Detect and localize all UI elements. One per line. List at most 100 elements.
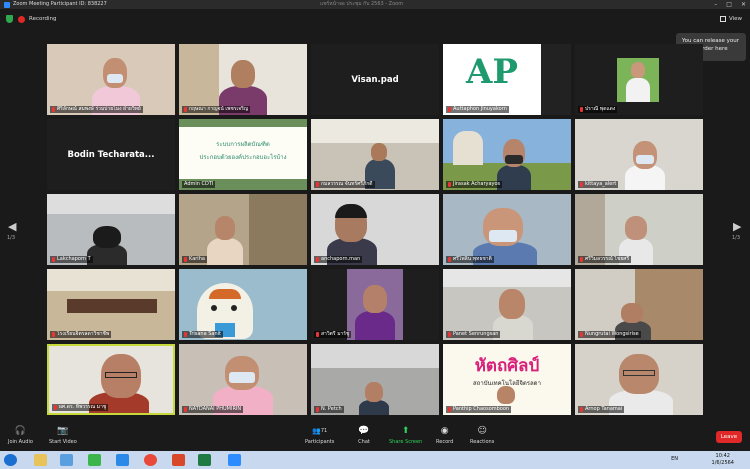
smiley-icon: ☺ xyxy=(477,425,487,436)
participant-name: Kariha xyxy=(182,256,207,263)
close-icon[interactable]: ✕ xyxy=(741,0,746,9)
file-explorer-icon[interactable] xyxy=(34,454,47,466)
chrome-browser-icon[interactable] xyxy=(144,454,157,466)
participant-display-name: Visan.pad xyxy=(351,74,399,85)
next-page-button[interactable]: ▶ 1/3 xyxy=(732,220,742,241)
chat-icon: 💬 xyxy=(358,425,370,436)
video-tile[interactable]: Kariha xyxy=(179,194,307,265)
recording-indicator[interactable]: Recording xyxy=(18,14,57,24)
participant-name: กมลวรรณ จันทร์ศรีภักดี xyxy=(314,181,375,188)
video-tile[interactable]: กมลวรรณ จันทร์ศรีภักดี xyxy=(311,119,439,190)
logo-title: หัตถศิลป์ xyxy=(474,356,540,376)
chat-button[interactable]: 💬 Chat xyxy=(358,425,370,446)
reactions-button[interactable]: ☺ Reactions xyxy=(470,425,494,446)
video-tile[interactable]: Visan.pad xyxy=(311,44,439,115)
leave-button[interactable]: Leave xyxy=(716,431,742,443)
participant-name: Nungrutai Wongsirise xyxy=(578,331,641,338)
participant-name: ปราณี พุดแดง xyxy=(578,106,618,113)
participant-name: Arnop Tanamai xyxy=(578,406,625,413)
headphones-icon: 🎧 xyxy=(14,425,27,436)
video-tile[interactable]: Panet Senrungsan xyxy=(443,269,571,340)
video-tile[interactable]: ระบบการผลิตบัณฑิต ประกอบด้วยองค์ประกอบอะ… xyxy=(179,119,307,190)
profile-photo xyxy=(617,58,659,102)
participant-name: NATDANAI PHUMIRIN xyxy=(182,406,244,413)
view-button[interactable]: View xyxy=(719,14,742,24)
edge-browser-icon[interactable] xyxy=(116,454,129,466)
meeting-controls-bar: 🎧 Join Audio 📷 Start Video 👥 71 Participa… xyxy=(0,421,750,451)
video-tile[interactable]: NATDANAI PHUMIRIN xyxy=(179,344,307,415)
participant-name: ศิริลักษณ์ สมพงษ์ ร่วมบ่ายโมง ฝ่ายวิทย์ xyxy=(50,106,143,113)
page-indicator-left: 1/3 xyxy=(7,235,16,241)
participant-name: kittaya_alert xyxy=(578,181,619,188)
record-dot-icon xyxy=(18,15,25,23)
video-tile[interactable]: kittaya_alert xyxy=(575,119,703,190)
video-tile[interactable]: โรงเรียนจิตรลดาวิชาชีพ xyxy=(47,269,175,340)
video-tile[interactable]: N. Petch xyxy=(311,344,439,415)
chevron-right-icon: ▶ xyxy=(733,220,742,233)
participant-name: กฤษณา กาญจน์ เพชรเจริญ xyxy=(182,106,251,113)
active-speaker-tile[interactable]: ผศ.ดร. ทิพวรรณ มาชู xyxy=(47,344,175,415)
participant-name: สาวิตรี มาร์ชู xyxy=(314,331,352,338)
video-tile[interactable]: Trisana Sanit xyxy=(179,269,307,340)
start-video-button[interactable]: 📷 Start Video xyxy=(49,425,77,446)
video-off-icon: 📷 xyxy=(57,425,69,436)
minimize-icon[interactable]: – xyxy=(714,0,717,9)
grid-view-icon xyxy=(719,16,726,22)
windows-taskbar: EN 10:42 1/6/2564 xyxy=(0,451,750,469)
video-grid: ศิริลักษณ์ สมพงษ์ ร่วมบ่ายโมง ฝ่ายวิทย์ … xyxy=(47,44,703,416)
participant-name: N. Petch xyxy=(314,406,344,413)
meeting-topbar: Recording View xyxy=(0,9,750,29)
security-shield-icon[interactable] xyxy=(6,15,13,23)
share-screen-button[interactable]: ⬆ Share Screen xyxy=(389,425,422,446)
video-tile[interactable]: Bodin Techarata... xyxy=(47,119,175,190)
participant-name: Trisana Sanit xyxy=(182,331,224,338)
powerpoint-icon[interactable] xyxy=(172,454,185,466)
video-tile[interactable]: Arnop Tanamai xyxy=(575,344,703,415)
chevron-left-icon: ◀ xyxy=(8,220,17,233)
participant-name: Auttaphon Jinuyakorn xyxy=(446,106,509,113)
zoom-taskbar-icon[interactable] xyxy=(228,454,241,466)
prev-page-button[interactable]: ◀ 1/3 xyxy=(7,220,17,241)
video-tile[interactable]: Nungrutai Wongsirise xyxy=(575,269,703,340)
language-indicator[interactable]: EN xyxy=(671,456,678,462)
video-tile[interactable]: anchaporn.man xyxy=(311,194,439,265)
video-tile[interactable]: กฤษณา กาญจน์ เพชรเจริญ xyxy=(179,44,307,115)
share-screen-icon: ⬆ xyxy=(401,425,410,436)
zoom-logo-icon xyxy=(4,1,10,8)
ap-logo: AP xyxy=(466,52,518,92)
shared-slide: ระบบการผลิตบัณฑิต ประกอบด้วยองค์ประกอบอะ… xyxy=(179,127,307,179)
video-tile[interactable]: ศรีไพลิน พุทธชาติ xyxy=(443,194,571,265)
participant-name: โรงเรียนจิตรลดาวิชาชีพ xyxy=(50,331,112,338)
participant-name: Jirasak Acharyayos xyxy=(446,181,503,188)
window-title: Zoom Meeting Participant ID: 838227 xyxy=(4,0,107,9)
media-player-icon[interactable] xyxy=(60,454,73,466)
system-clock[interactable]: 10:42 1/6/2564 xyxy=(712,453,734,467)
participant-name: Panthip Chaosomboon xyxy=(446,406,512,413)
maximize-icon[interactable]: □ xyxy=(726,0,732,9)
window-titlebar: Zoom Meeting Participant ID: 838227 แชร์… xyxy=(0,0,750,9)
excel-icon[interactable] xyxy=(198,454,211,466)
start-button-icon[interactable] xyxy=(4,454,17,466)
window-center-text: แชร์หน้าจอ ประชุม กับ 2563 - Zoom xyxy=(320,1,404,7)
join-audio-button[interactable]: 🎧 Join Audio xyxy=(8,425,33,446)
video-tile[interactable]: ศรีวิมลวรรณ์ ไชยศรี xyxy=(575,194,703,265)
participants-button[interactable]: 👥 71 Participants xyxy=(305,425,334,446)
record-icon: ◉ xyxy=(440,425,449,436)
video-tile[interactable]: ปราณี พุดแดง xyxy=(575,44,703,115)
record-button[interactable]: ◉ Record xyxy=(436,425,453,446)
line-app-icon[interactable] xyxy=(88,454,101,466)
video-tile[interactable]: ศิริลักษณ์ สมพงษ์ ร่วมบ่ายโมง ฝ่ายวิทย์ xyxy=(47,44,175,115)
participant-name: Panet Senrungsan xyxy=(446,331,501,338)
participant-name: anchaporn.man xyxy=(314,256,363,263)
video-tile[interactable]: Jirasak Acharyayos xyxy=(443,119,571,190)
participant-name: ศรีวิมลวรรณ์ ไชยศรี xyxy=(578,256,632,263)
video-tile[interactable]: Lakchaporn T xyxy=(47,194,175,265)
page-indicator-right: 1/3 xyxy=(732,235,741,241)
participants-icon: 👥 71 xyxy=(312,426,328,435)
video-tile[interactable]: หัตถศิลป์ สถาบันเทคโนโลยีจิตรลดา Panthip… xyxy=(443,344,571,415)
participant-display-name: Bodin Techarata... xyxy=(67,149,155,160)
video-tile[interactable]: สาวิตรี มาร์ชู xyxy=(311,269,439,340)
participant-name: Lakchaporn T xyxy=(50,256,93,263)
video-tile[interactable]: AP Auttaphon Jinuyakorn xyxy=(443,44,571,115)
participant-name: Admin CDTI xyxy=(182,181,216,188)
